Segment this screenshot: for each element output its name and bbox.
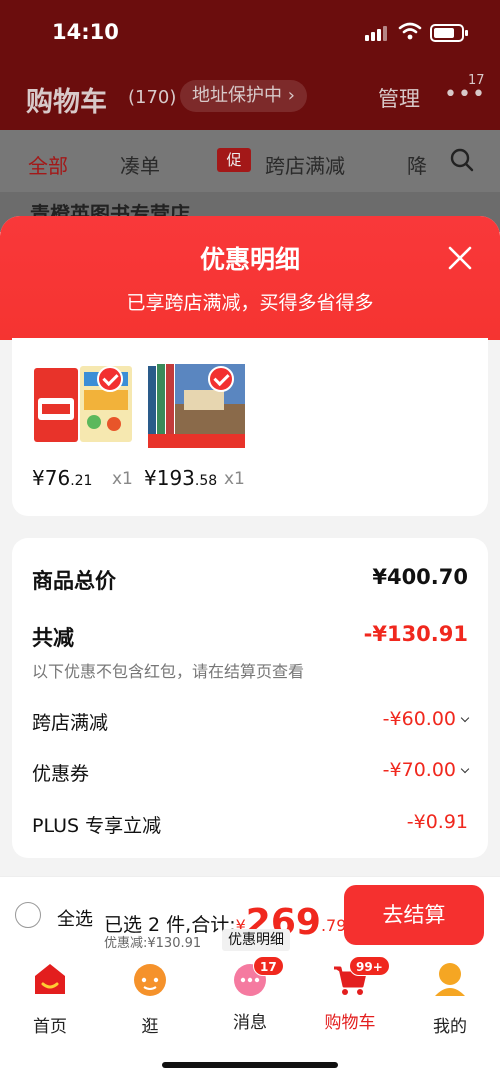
tab-price-drop[interactable]: 降 xyxy=(407,150,427,179)
home-icon xyxy=(35,964,65,994)
cross-store-value[interactable]: -¥60.00 xyxy=(383,708,470,730)
plus-value: -¥0.91 xyxy=(406,811,468,833)
tab-profile[interactable]: 我的 xyxy=(410,960,490,1037)
checkout-bar: 全选 已选 2 件,合计:¥269.79 优惠减:¥130.91 优惠明细 去结… xyxy=(0,876,500,952)
tab-browse-label: 逛 xyxy=(141,1017,159,1037)
reduce-label: 共减 xyxy=(32,626,74,650)
discount-detail-button[interactable]: 优惠明细 xyxy=(222,929,290,951)
close-icon[interactable] xyxy=(444,242,476,274)
message-icon-wrap: 17 xyxy=(231,956,284,998)
discount-note: 以下优惠不包含红包，请在结算页查看 xyxy=(32,662,305,681)
discount-total: 优惠减:¥130.91 xyxy=(104,936,202,951)
profile-icon xyxy=(435,963,465,996)
product-card: ¥76.21 x1 ¥193.58 x1 xyxy=(12,338,488,516)
sheet-header: 优惠明细 已享跨店满减，买得多省得多 xyxy=(0,216,500,340)
page-title: 购物车 xyxy=(26,87,107,118)
status-bar: 14:10 xyxy=(0,0,500,64)
chevron-down-icon xyxy=(460,764,470,774)
cart-count: (170) xyxy=(128,87,177,108)
home-indicator xyxy=(162,1062,338,1068)
product-check-2[interactable] xyxy=(208,366,234,392)
promo-badge: 促 xyxy=(217,148,251,172)
coupon-label: 优惠券 xyxy=(32,763,90,785)
price-summary-card: 商品总价 ¥400.70 共减 -¥130.91 以下优惠不包含红包，请在结算页… xyxy=(12,538,488,858)
select-all-label[interactable]: 全选 xyxy=(57,905,93,931)
messages-badge: 17 xyxy=(253,956,284,976)
address-protect-pill[interactable]: 地址保护中 › xyxy=(180,80,307,112)
tab-combine[interactable]: 凑单 xyxy=(120,150,160,179)
tab-cross-store[interactable]: 跨店满减 xyxy=(265,150,345,179)
total-label: 商品总价 xyxy=(32,569,116,593)
product-price-2: ¥193.58 xyxy=(144,466,218,490)
tab-all[interactable]: 全部 xyxy=(28,150,68,179)
cross-store-label: 跨店满减 xyxy=(32,712,109,734)
tab-profile-label: 我的 xyxy=(433,1017,467,1037)
coupon-value[interactable]: -¥70.00 xyxy=(383,759,470,781)
total-value: ¥400.70 xyxy=(372,565,468,589)
tab-home[interactable]: 首页 xyxy=(10,960,90,1037)
product-price-1: ¥76.21 xyxy=(32,466,93,490)
checkout-button[interactable]: 去结算 xyxy=(344,885,484,945)
signal-icon xyxy=(365,25,389,41)
sheet-subtitle: 已享跨店满减，买得多省得多 xyxy=(126,292,374,314)
sheet-title: 优惠明细 xyxy=(199,245,300,274)
cart-badge: 99+ xyxy=(349,956,390,976)
product-check-1[interactable] xyxy=(97,366,123,392)
battery-icon xyxy=(430,24,468,42)
reduce-value: -¥130.91 xyxy=(363,622,468,646)
tab-cart-label: 购物车 xyxy=(324,1013,376,1033)
status-time: 14:10 xyxy=(52,20,119,44)
product-qty-2: x1 xyxy=(224,469,245,489)
wifi-icon xyxy=(398,22,422,40)
tab-cart[interactable]: 99+ 购物车 xyxy=(310,956,390,1033)
browse-icon xyxy=(134,964,166,996)
cart-icon-wrap: 99+ xyxy=(331,956,390,998)
manage-button[interactable]: 管理 xyxy=(378,83,420,113)
tab-messages[interactable]: 17 消息 xyxy=(210,956,290,1033)
product-qty-1: x1 xyxy=(112,469,133,489)
tab-home-label: 首页 xyxy=(33,1017,67,1037)
tab-browse[interactable]: 逛 xyxy=(110,960,190,1037)
search-icon[interactable] xyxy=(450,148,474,172)
more-badge: 17 xyxy=(468,73,485,88)
select-all-radio[interactable] xyxy=(15,902,41,928)
chevron-down-icon xyxy=(460,713,470,723)
plus-label: PLUS 专享立减 xyxy=(32,815,162,837)
tab-messages-label: 消息 xyxy=(233,1013,267,1033)
discount-detail-sheet: 优惠明细 已享跨店满减，买得多省得多 ¥76.21 x1 ¥193.58 x1 … xyxy=(0,216,500,876)
